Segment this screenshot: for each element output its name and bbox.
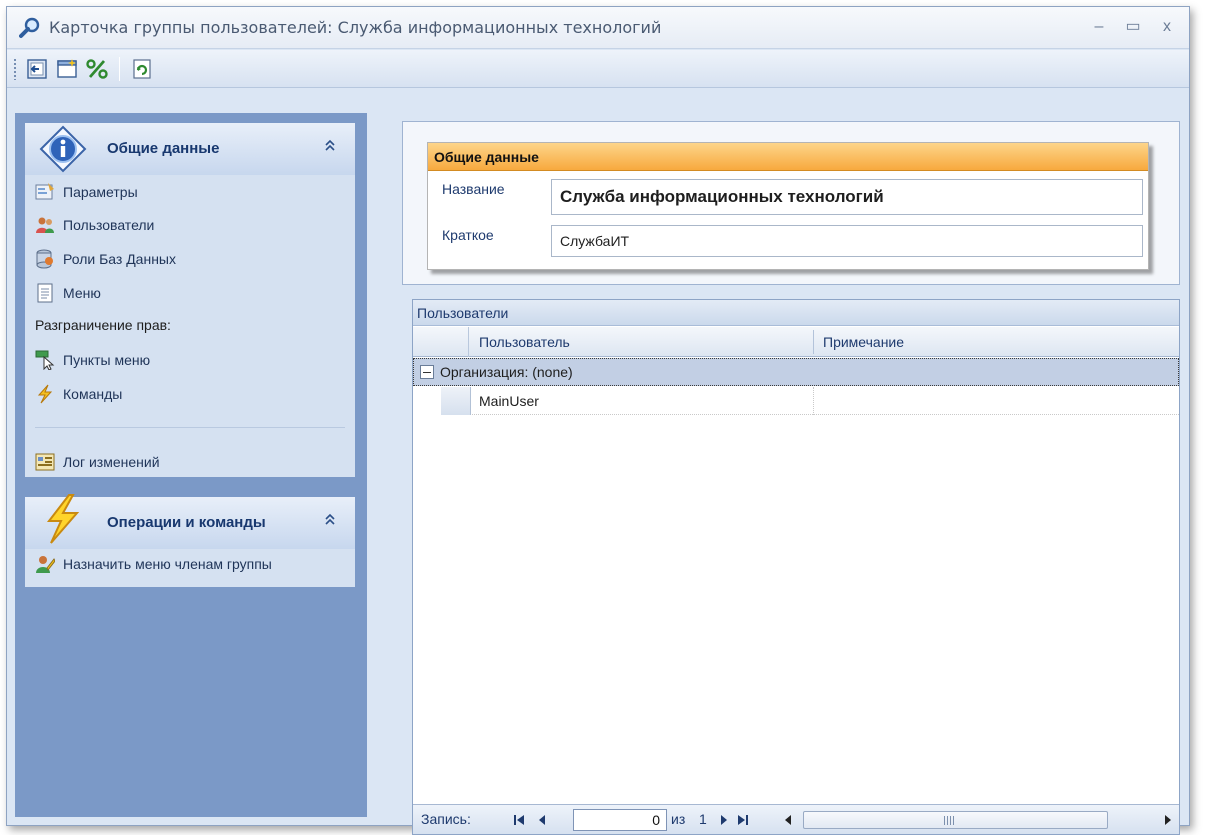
nav-item-parameters[interactable]: Параметры bbox=[35, 179, 138, 205]
record-label: Запись: bbox=[421, 811, 471, 827]
users-icon bbox=[35, 215, 55, 235]
cell-separator bbox=[813, 387, 814, 415]
short-name-label: Краткое bbox=[442, 227, 494, 243]
general-data-frame: Общие данные Название Служба информацион… bbox=[402, 121, 1180, 285]
table-row[interactable]: MainUser bbox=[413, 387, 1179, 415]
horizontal-scrollbar[interactable] bbox=[803, 811, 1108, 829]
toolbar-separator bbox=[119, 56, 120, 81]
nav-item-db-roles[interactable]: Роли Баз Данных bbox=[35, 246, 176, 272]
grid-caption: Пользователи bbox=[413, 300, 1179, 326]
group-row-label: Организация: (none) bbox=[440, 364, 573, 380]
current-record-input[interactable]: 0 bbox=[573, 809, 667, 831]
nav-item-menu[interactable]: Меню bbox=[35, 280, 101, 306]
nav-item-label: Назначить меню членам группы bbox=[63, 556, 272, 572]
nav-item-assign-menu[interactable]: Назначить меню членам группы bbox=[35, 551, 272, 577]
content-pane: Общие данные Название Служба информацион… bbox=[394, 113, 1182, 835]
nav-item-menu-items[interactable]: Пункты меню bbox=[35, 347, 150, 373]
nav-group-general: Общие данные Параметры Пользователи Роли… bbox=[25, 123, 355, 477]
cell-user[interactable]: MainUser bbox=[479, 393, 539, 409]
group-row[interactable]: Организация: (none) bbox=[413, 358, 1179, 386]
magnifier-icon bbox=[19, 17, 41, 39]
name-label: Название bbox=[442, 181, 505, 197]
maximize-button[interactable]: ▭ bbox=[1121, 15, 1145, 39]
nav-group-general-title: Общие данные bbox=[107, 140, 220, 157]
nav-item-label: Меню bbox=[63, 285, 101, 301]
card-header: Общие данные bbox=[428, 143, 1148, 171]
menu-items-icon bbox=[35, 350, 55, 371]
users-grid: Пользователи Пользователь Примечание Орг… bbox=[412, 299, 1180, 835]
grid-header-row: Пользователь Примечание bbox=[413, 327, 1179, 357]
nav-item-users[interactable]: Пользователи bbox=[35, 212, 154, 238]
nav-item-label: Пользователи bbox=[63, 217, 155, 233]
percent-icon[interactable] bbox=[83, 55, 111, 83]
first-record-icon[interactable] bbox=[513, 813, 525, 829]
rights-section-label: Разграничение прав: bbox=[35, 317, 171, 333]
column-header-note[interactable]: Примечание bbox=[823, 334, 904, 350]
window-title: Карточка группы пользователей: Служба ин… bbox=[49, 18, 662, 37]
nav-group-general-header[interactable]: Общие данные bbox=[25, 123, 355, 175]
of-label: из bbox=[671, 811, 686, 827]
prev-record-icon[interactable] bbox=[537, 813, 547, 829]
parameters-icon bbox=[35, 182, 55, 202]
name-field[interactable]: Служба информационных технологий bbox=[551, 179, 1143, 215]
row-indent bbox=[413, 387, 441, 415]
total-records: 1 bbox=[699, 811, 707, 827]
change-log-icon bbox=[35, 452, 55, 472]
save-and-close-icon[interactable] bbox=[23, 55, 51, 83]
nav-item-label: Параметры bbox=[63, 184, 138, 200]
nav-group-operations: Операции и команды Назначить меню членам… bbox=[25, 494, 355, 587]
nav-divider bbox=[35, 427, 345, 428]
nav-group-operations-header[interactable]: Операции и команды bbox=[25, 494, 355, 549]
collapse-group-icon[interactable] bbox=[420, 365, 434, 379]
big-lightning-icon bbox=[41, 493, 83, 545]
nav-group-operations-title: Операции и команды bbox=[107, 514, 266, 531]
close-button[interactable]: x bbox=[1155, 15, 1179, 39]
collapse-chevron-icon[interactable] bbox=[323, 138, 337, 155]
db-roles-icon bbox=[35, 249, 55, 269]
nav-item-label: Роли Баз Данных bbox=[63, 251, 176, 267]
title-bar: Карточка группы пользователей: Служба ин… bbox=[7, 7, 1189, 49]
column-header-user[interactable]: Пользователь bbox=[479, 334, 570, 350]
row-selector[interactable] bbox=[441, 387, 471, 415]
last-record-icon[interactable] bbox=[737, 813, 749, 829]
next-record-icon[interactable] bbox=[719, 813, 729, 829]
short-name-field[interactable]: СлужбаИТ bbox=[551, 225, 1143, 257]
nav-item-label: Лог изменений bbox=[63, 454, 160, 470]
column-separator[interactable] bbox=[813, 330, 814, 354]
new-icon[interactable] bbox=[53, 55, 81, 83]
toolbar-grip[interactable] bbox=[13, 57, 17, 80]
nav-item-change-log[interactable]: Лог изменений bbox=[35, 449, 160, 475]
group-card-window: Карточка группы пользователей: Служба ин… bbox=[6, 6, 1190, 835]
scroll-right-icon[interactable] bbox=[1163, 813, 1173, 829]
scroll-left-icon[interactable] bbox=[783, 813, 793, 829]
nav-item-label: Пункты меню bbox=[63, 352, 151, 368]
toolbar bbox=[7, 50, 1189, 88]
scroll-thumb-grip[interactable] bbox=[944, 816, 954, 825]
collapse-chevron-icon[interactable] bbox=[323, 512, 337, 529]
lightning-icon bbox=[35, 384, 55, 404]
nav-item-label: Команды bbox=[63, 386, 123, 402]
navigation-pane: Общие данные Параметры Пользователи Роли… bbox=[15, 113, 367, 817]
general-data-card: Общие данные Название Служба информацион… bbox=[427, 142, 1149, 270]
menu-doc-icon bbox=[35, 283, 55, 303]
nav-item-commands[interactable]: Команды bbox=[35, 381, 122, 407]
minimize-button[interactable]: – bbox=[1087, 15, 1111, 39]
assign-menu-icon bbox=[35, 554, 56, 574]
record-navigator: Запись: 0 из 1 bbox=[413, 804, 1179, 834]
info-icon bbox=[39, 125, 87, 173]
grid-corner[interactable] bbox=[413, 327, 469, 357]
refresh-icon[interactable] bbox=[128, 55, 156, 83]
